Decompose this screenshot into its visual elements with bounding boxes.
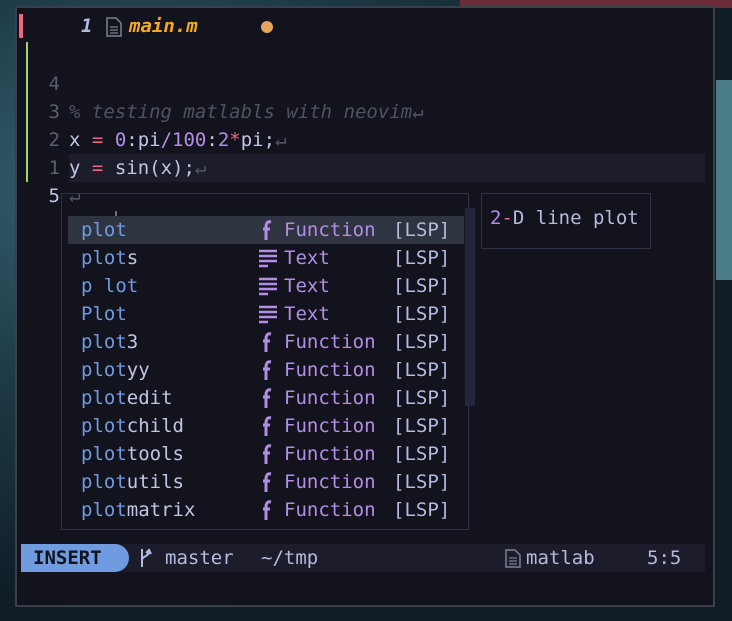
function-icon	[258, 216, 278, 244]
completion-source: [LSP]	[393, 247, 451, 269]
completion-word: plotyy	[81, 359, 150, 381]
function-icon	[258, 412, 278, 440]
completion-source: [LSP]	[393, 331, 451, 353]
text-icon	[258, 300, 278, 328]
file-icon	[505, 549, 521, 568]
completion-kind: Text	[284, 247, 330, 269]
completion-kind: Text	[284, 275, 330, 297]
completion-word: plotutils	[81, 471, 184, 493]
current-code-line[interactable]: 5 plot↵	[17, 154, 713, 235]
completion-item[interactable]: plot Function [LSP]	[68, 216, 464, 244]
completion-item[interactable]: Plot Text [LSP]	[68, 300, 464, 328]
completion-source: [LSP]	[393, 443, 451, 465]
statusline: INSERT master ~/tmp matlab 5:5	[21, 544, 705, 572]
completion-source: [LSP]	[393, 499, 451, 521]
completion-source: [LSP]	[393, 275, 451, 297]
completion-word: plotchild	[81, 415, 184, 437]
function-icon	[258, 496, 278, 524]
completion-item[interactable]: plot3 Function [LSP]	[68, 328, 464, 356]
completion-kind: Function	[284, 415, 376, 437]
line-number: 5	[48, 185, 60, 207]
text-icon	[258, 244, 278, 272]
completion-kind: Function	[284, 443, 376, 465]
completion-source: [LSP]	[393, 471, 451, 493]
completion-kind: Function	[284, 387, 376, 409]
completion-word: plots	[81, 247, 139, 269]
function-icon	[258, 328, 278, 356]
completion-scrollbar[interactable]	[465, 208, 475, 406]
completion-kind: Function	[284, 219, 376, 241]
completion-word: plotedit	[81, 387, 173, 409]
buffer-number: 1	[81, 15, 93, 37]
completion-item[interactable]: plots Text [LSP]	[68, 244, 464, 272]
completion-item[interactable]: plotyy Function [LSP]	[68, 356, 464, 384]
completion-word: plotmatrix	[81, 499, 196, 521]
completion-kind: Function	[284, 471, 376, 493]
completion-word: plot3	[81, 331, 139, 353]
completion-source: [LSP]	[393, 387, 451, 409]
completion-kind: Text	[284, 303, 330, 325]
buffer-filename[interactable]: main.m	[129, 15, 198, 37]
completion-source: [LSP]	[393, 303, 451, 325]
completion-item[interactable]: plottools Function [LSP]	[68, 440, 464, 468]
doc-number: 2	[490, 207, 502, 229]
file-icon	[106, 17, 122, 37]
function-icon	[258, 440, 278, 468]
completion-word: plottools	[81, 443, 184, 465]
completion-item[interactable]: plotchild Function [LSP]	[68, 412, 464, 440]
completion-documentation: 2-D line plot	[481, 193, 651, 249]
code-line[interactable]: 4 % testing matlabls with neovim↵	[17, 42, 713, 123]
filetype: matlab	[526, 547, 595, 569]
completion-word: plot	[81, 219, 127, 241]
text-icon	[258, 272, 278, 300]
editor-window: 1 main.m 4 % testing matlabls with neovi…	[15, 6, 715, 607]
mode-indicator: INSERT	[21, 544, 129, 572]
winbar: 1 main.m	[17, 8, 713, 44]
completion-item[interactable]: plotedit Function [LSP]	[68, 384, 464, 412]
git-branch[interactable]: master	[165, 544, 234, 572]
code-line[interactable]: 2 y = sin(x);↵	[17, 98, 713, 179]
completion-item[interactable]: p lot Text [LSP]	[68, 272, 464, 300]
completion-word: Plot	[81, 303, 127, 325]
completion-kind: Function	[284, 359, 376, 381]
completion-source: [LSP]	[393, 219, 451, 241]
function-icon	[258, 468, 278, 496]
function-icon	[258, 384, 278, 412]
code-line[interactable]: 3 x = 0:pi/100:2*pi;↵	[17, 70, 713, 151]
cursor-position: 5:5	[647, 547, 682, 569]
doc-text: D line plot	[512, 207, 639, 229]
completion-kind: Function	[284, 499, 376, 521]
completion-kind: Function	[284, 331, 376, 353]
code-line[interactable]: 1 ↵	[17, 126, 713, 207]
window-marker	[19, 14, 23, 38]
completion-item[interactable]: plotmatrix Function [LSP]	[68, 496, 464, 524]
completion-source: [LSP]	[393, 359, 451, 381]
completion-menu: plot Function [LSP] plots Text [LSP] p lot Text…	[61, 193, 469, 530]
completion-word: p lot	[81, 275, 139, 297]
completion-item[interactable]: plotutils Function [LSP]	[68, 468, 464, 496]
function-icon	[258, 356, 278, 384]
completion-source: [LSP]	[393, 415, 451, 437]
current-directory: ~/tmp	[261, 547, 319, 569]
modified-dot-icon	[261, 21, 273, 33]
git-branch-icon	[141, 548, 152, 567]
